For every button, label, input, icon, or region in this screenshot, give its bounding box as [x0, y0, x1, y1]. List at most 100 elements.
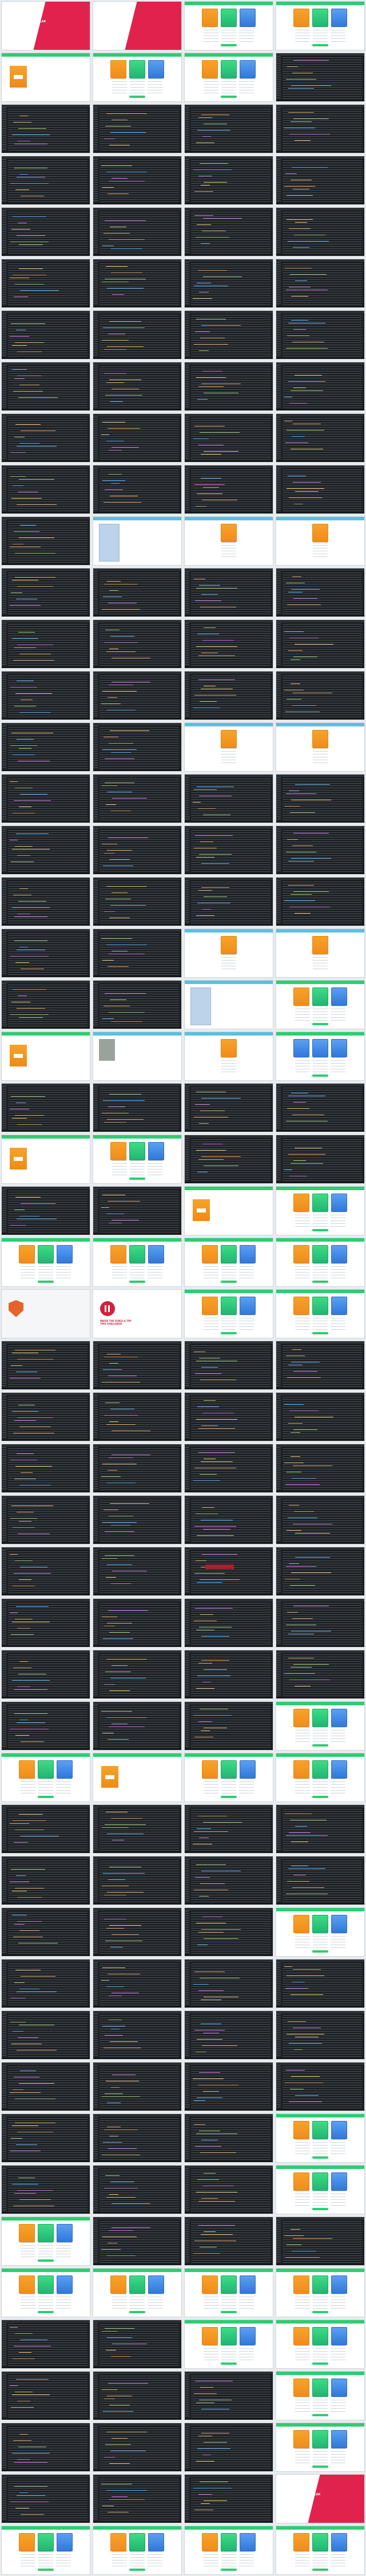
signup-button[interactable]	[129, 2311, 145, 2313]
plan-card-header[interactable]	[312, 1245, 328, 1263]
plan-card-header[interactable]	[221, 524, 237, 542]
plan-card-header[interactable]	[331, 1709, 347, 1727]
signup-button[interactable]	[221, 2362, 237, 2365]
plan-card-header[interactable]	[148, 1245, 164, 1263]
plan-card-header[interactable]	[129, 60, 145, 78]
plan-card-header[interactable]	[312, 730, 328, 748]
plan-card-header[interactable]	[312, 936, 328, 954]
plan-card-header[interactable]	[293, 1760, 309, 1779]
orange-plan-card[interactable]	[10, 1148, 27, 1170]
plan-card-header[interactable]	[240, 2327, 256, 2345]
orange-plan-card[interactable]	[10, 66, 27, 88]
plan-card-header[interactable]	[331, 1297, 347, 1315]
plan-card-header[interactable]	[331, 2533, 347, 2551]
plan-card-header[interactable]	[57, 1245, 73, 1263]
signup-button[interactable]	[38, 1281, 54, 1283]
plan-card-header[interactable]	[240, 2275, 256, 2294]
plan-card-header[interactable]	[202, 1245, 218, 1263]
orange-plan-card[interactable]	[101, 1766, 118, 1788]
signup-button[interactable]	[312, 1281, 328, 1283]
signup-button[interactable]	[312, 2362, 328, 2365]
signup-button[interactable]	[129, 96, 145, 98]
plan-card-header[interactable]	[129, 2533, 145, 2551]
plan-card-header[interactable]	[293, 1709, 309, 1727]
plan-card-header[interactable]	[148, 1142, 164, 1160]
plan-card-header[interactable]	[293, 9, 309, 27]
plan-card-header[interactable]	[240, 2533, 256, 2551]
signup-button[interactable]	[129, 1281, 145, 1283]
plan-card-header[interactable]	[240, 1245, 256, 1263]
plan-card-header[interactable]	[293, 2379, 309, 2397]
plan-card-header[interactable]	[293, 2533, 309, 2551]
plan-card-header[interactable]	[331, 9, 347, 27]
plan-card-header[interactable]	[331, 2327, 347, 2345]
plan-card-header[interactable]	[331, 2121, 347, 2139]
plan-card-header[interactable]	[331, 1915, 347, 1933]
signup-button[interactable]	[312, 2466, 328, 2468]
plan-card-header[interactable]	[148, 60, 164, 78]
plan-card-header[interactable]	[202, 2275, 218, 2294]
signup-button[interactable]	[312, 2414, 328, 2416]
plan-card-header[interactable]	[312, 1709, 328, 1727]
plan-card-header[interactable]	[221, 2533, 237, 2551]
plan-card-header[interactable]	[38, 2224, 54, 2242]
plan-card-header[interactable]	[129, 2275, 145, 2294]
signup-button[interactable]	[129, 1178, 145, 1180]
plan-card-header[interactable]	[202, 1760, 218, 1779]
plan-card-header[interactable]	[38, 2533, 54, 2551]
plan-card-header[interactable]	[312, 1760, 328, 1779]
signup-button[interactable]	[312, 1229, 328, 1231]
signup-button[interactable]	[221, 2311, 237, 2313]
plan-card-header[interactable]	[312, 2379, 328, 2397]
plan-card-header[interactable]	[221, 1297, 237, 1315]
plan-card-header[interactable]	[312, 2275, 328, 2294]
plan-card-header[interactable]	[312, 2121, 328, 2139]
signup-button[interactable]	[312, 2569, 328, 2571]
plan-card-header[interactable]	[57, 1760, 73, 1779]
signup-button[interactable]	[38, 2259, 54, 2262]
plan-card-header[interactable]	[110, 60, 126, 78]
signup-button[interactable]	[312, 1074, 328, 1077]
plan-card-header[interactable]	[293, 1297, 309, 1315]
signup-button[interactable]	[221, 1281, 237, 1283]
signup-button[interactable]	[312, 2311, 328, 2313]
plan-card-header[interactable]	[148, 2275, 164, 2294]
signup-button[interactable]	[221, 96, 237, 98]
plan-card-header[interactable]	[221, 60, 237, 78]
plan-card-header[interactable]	[129, 1142, 145, 1160]
plan-card-header[interactable]	[331, 2172, 347, 2191]
orange-plan-card[interactable]	[10, 1045, 27, 1066]
plan-card-header[interactable]	[38, 1760, 54, 1779]
signup-button[interactable]	[221, 1796, 237, 1798]
orange-plan-card[interactable]	[193, 1199, 210, 1221]
plan-card-header[interactable]	[293, 2121, 309, 2139]
plan-card-header[interactable]	[240, 60, 256, 78]
plan-card-header[interactable]	[221, 2327, 237, 2345]
plan-card-header[interactable]	[221, 9, 237, 27]
plan-card-header[interactable]	[240, 1760, 256, 1779]
plan-card-header[interactable]	[148, 2533, 164, 2551]
plan-card-header[interactable]	[312, 2172, 328, 2191]
plan-card-header[interactable]	[331, 1039, 347, 1057]
plan-card-header[interactable]	[312, 2327, 328, 2345]
plan-card-header[interactable]	[312, 1194, 328, 1212]
signup-button[interactable]	[312, 1332, 328, 1334]
plan-card-header[interactable]	[221, 1245, 237, 1263]
plan-card-header[interactable]	[221, 1760, 237, 1779]
plan-card-header[interactable]	[129, 1245, 145, 1263]
plan-card-header[interactable]	[202, 2533, 218, 2551]
plan-card-header[interactable]	[110, 1142, 126, 1160]
plan-card-header[interactable]	[293, 2327, 309, 2345]
plan-card-header[interactable]	[221, 2275, 237, 2294]
signup-button[interactable]	[312, 1796, 328, 1798]
plan-card-header[interactable]	[240, 1297, 256, 1315]
plan-card-header[interactable]	[312, 1915, 328, 1933]
signup-button[interactable]	[221, 44, 237, 46]
plan-card-header[interactable]	[331, 2379, 347, 2397]
plan-card-header[interactable]	[19, 2275, 35, 2294]
plan-card-header[interactable]	[202, 1297, 218, 1315]
signup-button[interactable]	[312, 44, 328, 46]
plan-card-header[interactable]	[331, 2275, 347, 2294]
plan-card-header[interactable]	[240, 9, 256, 27]
plan-card-header[interactable]	[202, 9, 218, 27]
